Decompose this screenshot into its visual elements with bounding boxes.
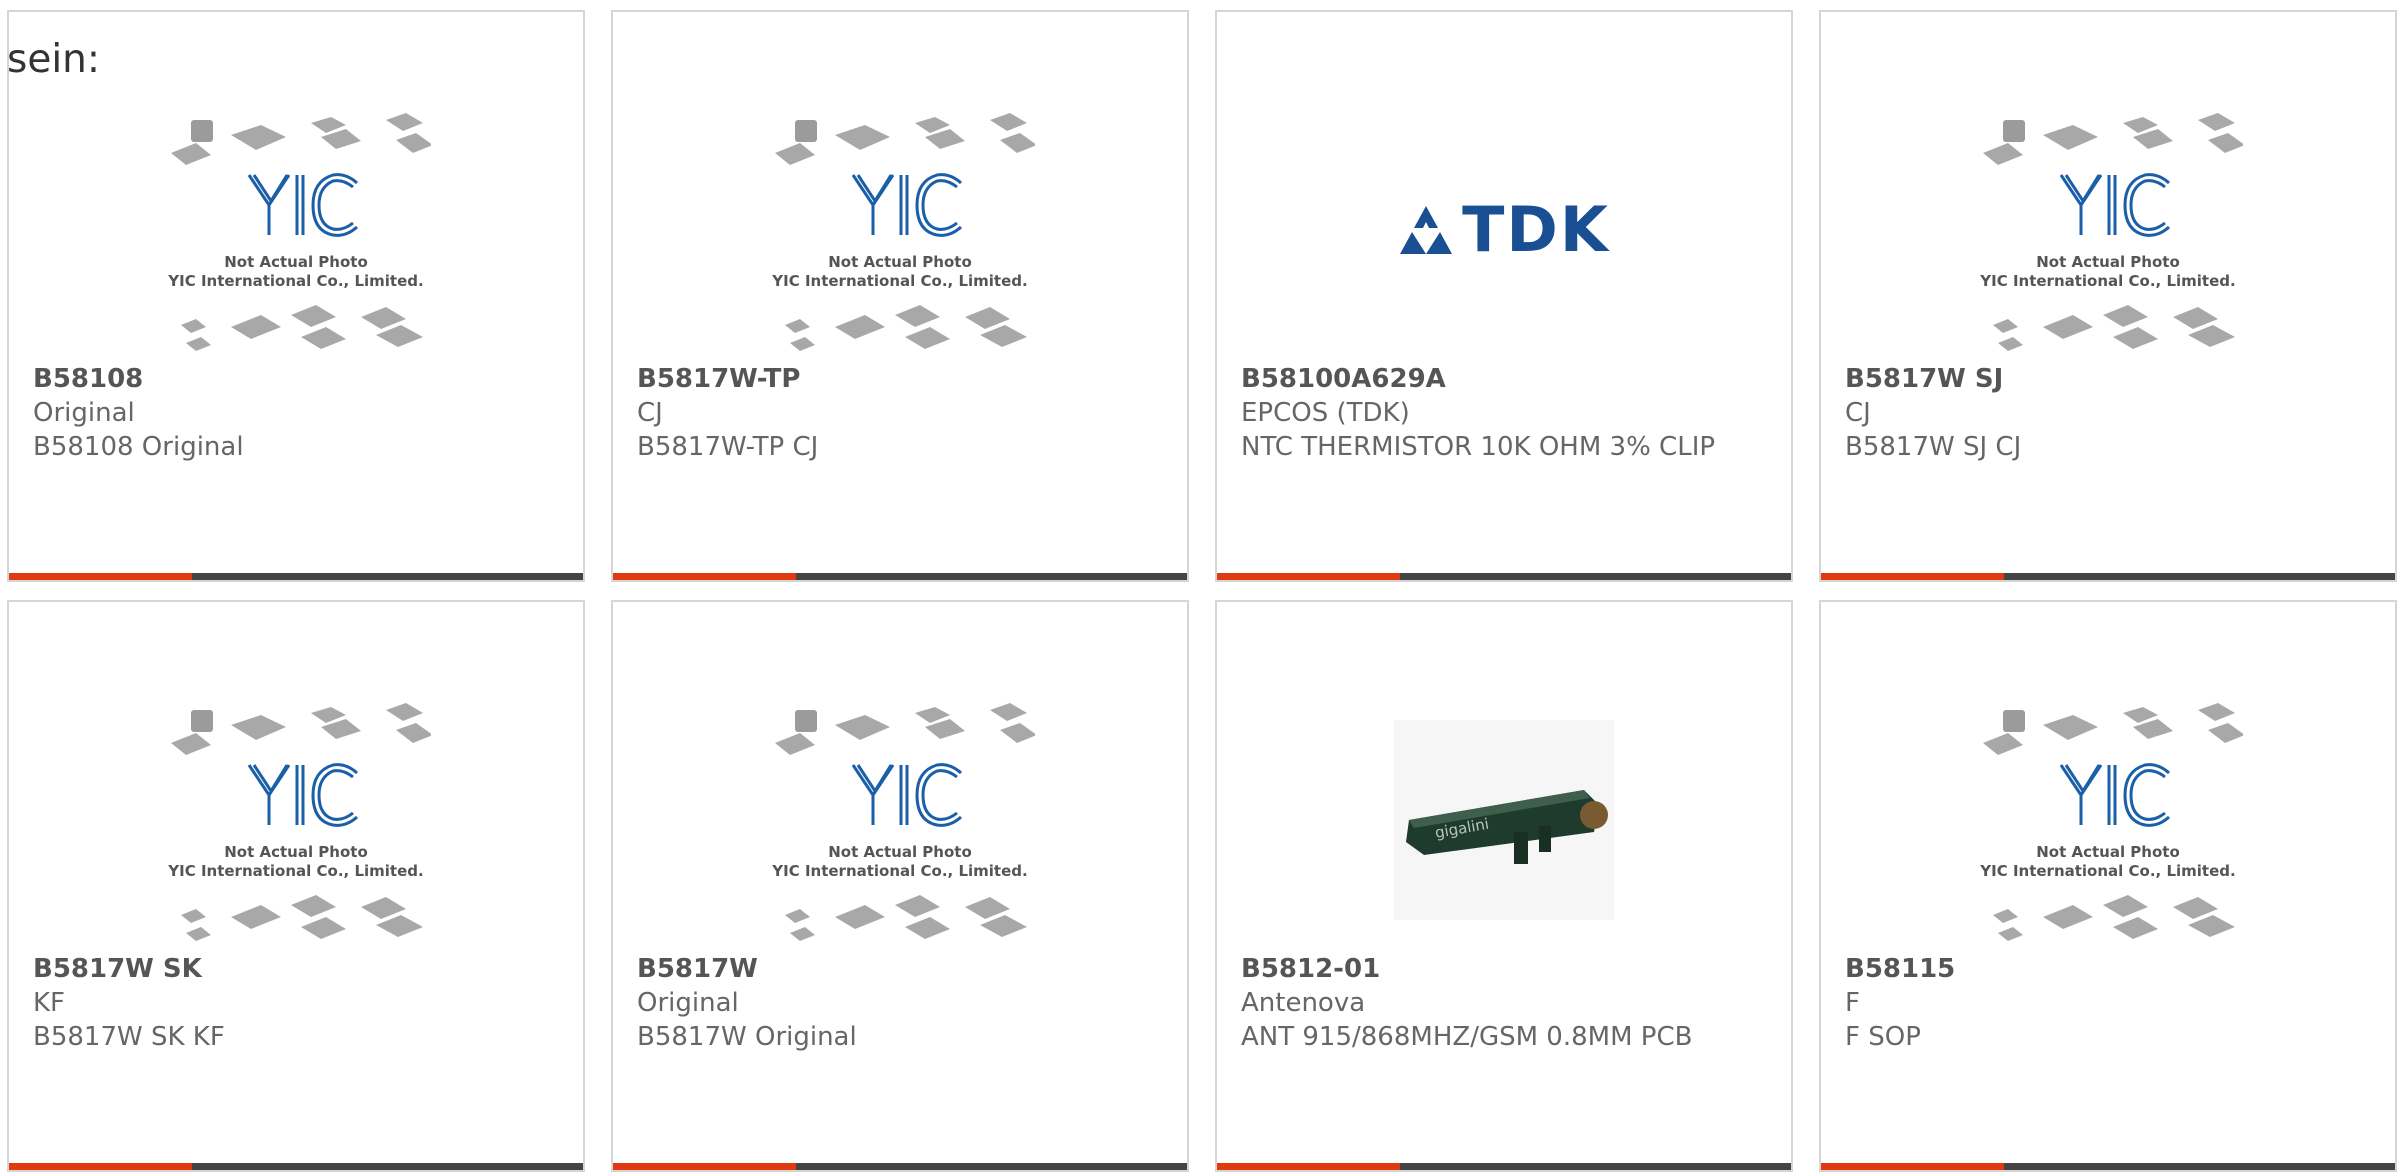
svg-text:Not Actual Photo: Not Actual Photo	[828, 253, 972, 271]
card-accent-bar	[1217, 573, 1791, 580]
placeholder-image: Not Actual Photo YIC International Co., …	[771, 702, 1035, 941]
card-accent-bar	[1217, 1163, 1791, 1170]
manufacturer-label: Antenova	[1241, 988, 1366, 1018]
product-description: B5817W SJ CJ	[1845, 432, 2022, 462]
manufacturer-label: Original	[33, 398, 135, 428]
card-accent-bar	[613, 573, 1187, 580]
product-info: B5817W-TP CJ B5817W-TP CJ	[637, 362, 1167, 464]
accent-segment	[613, 573, 796, 580]
product-description: ANT 915/868MHZ/GSM 0.8MM PCB	[1241, 1022, 1693, 1052]
accent-segment	[1217, 1163, 1400, 1170]
product-info: B58108 Original B58108 Original	[33, 362, 563, 464]
accent-segment	[9, 573, 192, 580]
tdk-emblem-icon	[1400, 205, 1453, 254]
svg-text:YIC International Co., Limited: YIC International Co., Limited.	[771, 862, 1027, 880]
placeholder-image: Not Actual Photo YIC International Co., …	[1979, 702, 2243, 941]
product-card[interactable]: Not Actual Photo YIC International Co., …	[611, 600, 1189, 1172]
product-info: B5817W Original B5817W Original	[637, 952, 1167, 1054]
tdk-logo: TDK	[1398, 193, 1610, 266]
svg-text:Not Actual Photo: Not Actual Photo	[224, 253, 368, 271]
part-number-link[interactable]: B5817W SK	[33, 952, 563, 986]
part-number-link[interactable]: B58108	[33, 362, 563, 396]
product-image[interactable]: Not Actual Photo YIC International Co., …	[613, 102, 1187, 357]
svg-text:YIC International Co., Limited: YIC International Co., Limited.	[771, 272, 1027, 290]
antenna-photo: gigalini	[1394, 719, 1614, 920]
accent-segment	[1217, 573, 1400, 580]
part-number-link[interactable]: B58100A629A	[1241, 362, 1771, 396]
product-image[interactable]: TDK	[1217, 102, 1791, 357]
product-image[interactable]: Not Actual Photo YIC International Co., …	[9, 102, 583, 357]
svg-text:YIC International Co., Limited: YIC International Co., Limited.	[1979, 272, 2235, 290]
product-description: B5817W Original	[637, 1022, 857, 1052]
part-number-link[interactable]: B5817W	[637, 952, 1167, 986]
product-description: B5817W SK KF	[33, 1022, 225, 1052]
manufacturer-label: Original	[637, 988, 739, 1018]
part-number-link[interactable]: B58115	[1845, 952, 2375, 986]
svg-text:Not Actual Photo: Not Actual Photo	[828, 843, 972, 861]
svg-text:Not Actual Photo: Not Actual Photo	[224, 843, 368, 861]
product-info: B5817W SK KF B5817W SK KF	[33, 952, 563, 1054]
product-card[interactable]: Not Actual Photo YIC International Co., …	[1819, 600, 2397, 1172]
part-number-link[interactable]: B5817W-TP	[637, 362, 1167, 396]
product-info: B58100A629A EPCOS (TDK) NTC THERMISTOR 10K…	[1241, 362, 1771, 464]
svg-text:YIC International Co., Limited: YIC International Co., Limited.	[167, 272, 423, 290]
placeholder-image: Not Actual Photo YIC International Co., …	[167, 702, 431, 941]
product-card[interactable]: Not Actual Photo YIC International Co., …	[1819, 10, 2397, 582]
accent-segment	[1821, 573, 2004, 580]
placeholder-image: Not Actual Photo YIC International Co., …	[1979, 112, 2243, 351]
manufacturer-label: KF	[33, 988, 66, 1018]
accent-segment	[613, 1163, 796, 1170]
product-description: B5817W-TP CJ	[637, 432, 819, 462]
part-number-link[interactable]: B5812-01	[1241, 952, 1771, 986]
card-accent-bar	[9, 573, 583, 580]
product-image[interactable]: Not Actual Photo YIC International Co., …	[9, 692, 583, 947]
product-card[interactable]: Not Actual Photo YIC International Co., …	[611, 10, 1189, 582]
accent-segment	[1821, 1163, 2004, 1170]
product-image[interactable]: Not Actual Photo YIC International Co., …	[613, 692, 1187, 947]
card-accent-bar	[1821, 573, 2395, 580]
svg-text:Not Actual Photo: Not Actual Photo	[2036, 253, 2180, 271]
product-image[interactable]: Not Actual Photo YIC International Co., …	[1821, 102, 2395, 357]
product-card[interactable]: TDK B58100A629A EPCOS (TDK) NTC THERMISTOR …	[1215, 10, 1793, 582]
product-info: B5817W SJ CJ B5817W SJ CJ	[1845, 362, 2375, 464]
placeholder-image: Not Actual Photo YIC International Co., …	[771, 112, 1035, 351]
manufacturer-label: EPCOS (TDK)	[1241, 398, 1410, 428]
product-description: F SOP	[1845, 1022, 1921, 1052]
product-card[interactable]: gigalini B5812-01 Antenova ANT 915/868MHZ/G…	[1215, 600, 1793, 1172]
placeholder-image: Not Actual Photo YIC International Co., …	[167, 112, 431, 351]
product-description: B58108 Original	[33, 432, 244, 462]
part-number-link[interactable]: B5817W SJ	[1845, 362, 2375, 396]
manufacturer-label: F	[1845, 988, 1860, 1018]
manufacturer-label: CJ	[1845, 398, 1871, 428]
manufacturer-label: CJ	[637, 398, 663, 428]
card-accent-bar	[1821, 1163, 2395, 1170]
accent-segment	[9, 1163, 192, 1170]
tdk-logo-text: TDK	[1462, 193, 1610, 266]
product-card[interactable]: Not Actual Photo YIC International Co., …	[7, 600, 585, 1172]
product-info: B5812-01 Antenova ANT 915/868MHZ/GSM 0.8MM…	[1241, 952, 1771, 1054]
product-card[interactable]: Not Actual Photo YIC International Co., …	[7, 10, 585, 582]
product-image[interactable]: Not Actual Photo YIC International Co., …	[1821, 692, 2395, 947]
product-info: B58115 F F SOP	[1845, 952, 2375, 1054]
card-accent-bar	[613, 1163, 1187, 1170]
svg-text:YIC International Co., Limited: YIC International Co., Limited.	[167, 862, 423, 880]
card-accent-bar	[9, 1163, 583, 1170]
svg-text:YIC International Co., Limited: YIC International Co., Limited.	[1979, 862, 2235, 880]
svg-text:Not Actual Photo: Not Actual Photo	[2036, 843, 2180, 861]
page-label: sein:	[7, 37, 101, 82]
product-image[interactable]: gigalini	[1217, 692, 1791, 947]
product-description: NTC THERMISTOR 10K OHM 3% CLIP	[1241, 432, 1716, 462]
